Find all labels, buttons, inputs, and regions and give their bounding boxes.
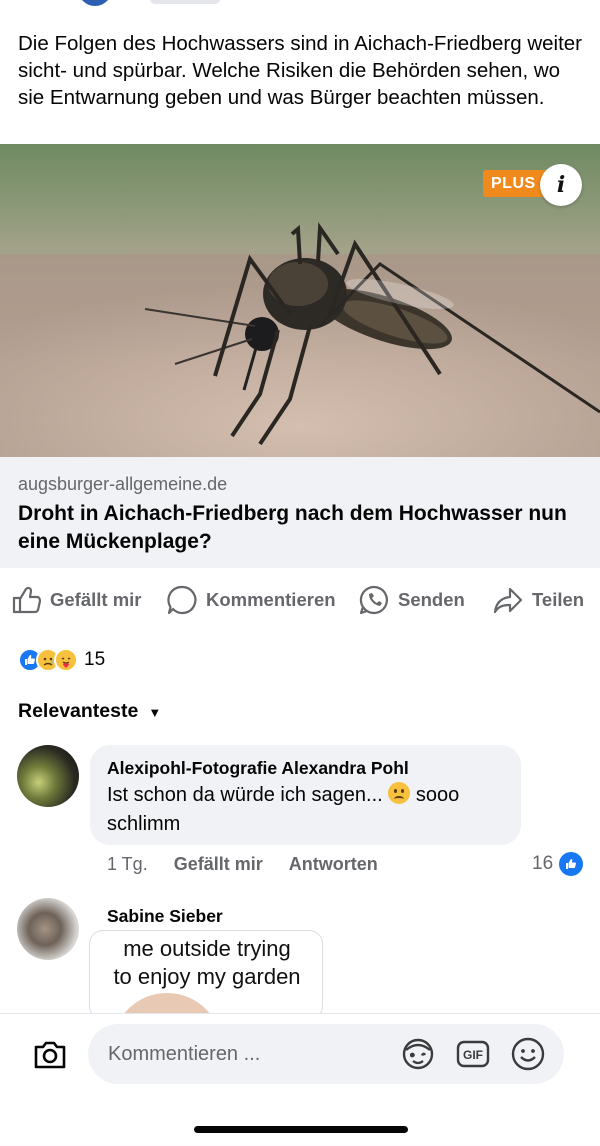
like-button[interactable]: Gefällt mir (10, 580, 142, 620)
meme-caption-line1: me outside trying (123, 936, 291, 961)
commenter-avatar[interactable] (17, 898, 79, 960)
link-domain: augsburger-allgemeine.de (18, 474, 228, 494)
comment-meta: 1 Tg. Gefällt mir Antworten (107, 854, 378, 875)
comment-author[interactable]: Sabine Sieber (107, 906, 223, 927)
comment-text-part1: Ist schon da würde ich sagen... (107, 784, 383, 806)
link-title[interactable]: Droht in Aichach-Friedberg nach dem Hoch… (18, 500, 584, 556)
header-text-partial (150, 0, 220, 4)
gif-icon[interactable]: GIF (455, 1036, 491, 1072)
post-action-bar: Gefällt mir Kommentieren Senden Teilen (0, 580, 600, 620)
meme-caption: me outside trying to enjoy my garden (90, 935, 322, 991)
like-label: Gefällt mir (50, 589, 142, 610)
confused-face-icon (388, 782, 411, 804)
comment-meme-image[interactable]: me outside trying to enjoy my garden (89, 930, 323, 1020)
svg-text:GIF: GIF (463, 1048, 483, 1062)
post-header-partial (0, 0, 600, 20)
comment-author[interactable]: Alexipohl-Fotografie Alexandra Pohl (107, 758, 409, 779)
chevron-down-icon: ▼ (148, 705, 162, 720)
sort-label: Relevanteste (18, 700, 139, 722)
like-icon (559, 852, 584, 876)
share-button[interactable]: Teilen (492, 580, 584, 620)
comment-like-number: 16 (532, 853, 554, 874)
comment-input[interactable] (88, 1024, 564, 1084)
comment-like-count[interactable]: 16 (532, 852, 584, 876)
send-label: Senden (398, 589, 465, 610)
home-indicator[interactable] (194, 1126, 408, 1133)
page-avatar[interactable] (78, 0, 112, 6)
like-icon (12, 586, 42, 614)
share-icon (493, 587, 523, 614)
reaction-count: 15 (84, 649, 106, 670)
meme-caption-line2: to enjoy my garden (113, 964, 301, 989)
commenter-avatar[interactable] (17, 745, 79, 807)
care-reaction-icon (54, 648, 78, 672)
comment-icon (167, 585, 197, 615)
avatar-sticker-icon[interactable] (400, 1036, 436, 1072)
info-icon[interactable]: i (540, 164, 582, 206)
whatsapp-icon (359, 585, 389, 615)
comment-text: Ist schon da würde ich sagen... sooo sch… (107, 781, 512, 839)
send-button[interactable]: Senden (358, 580, 465, 620)
comment-reply-button[interactable]: Antworten (289, 854, 378, 875)
reactions-summary[interactable]: 15 (18, 646, 105, 674)
comments-sort-dropdown[interactable]: Relevanteste ▼ (18, 700, 161, 723)
comment-button[interactable]: Kommentieren (166, 580, 336, 620)
comment-label: Kommentieren (206, 589, 336, 610)
post-text: Die Folgen des Hochwassers sind in Aicha… (18, 32, 583, 109)
comment-time: 1 Tg. (107, 854, 148, 874)
share-label: Teilen (532, 589, 585, 610)
comment-like-button[interactable]: Gefällt mir (174, 854, 263, 875)
camera-icon[interactable] (30, 1035, 70, 1075)
emoji-icon[interactable] (510, 1036, 546, 1072)
